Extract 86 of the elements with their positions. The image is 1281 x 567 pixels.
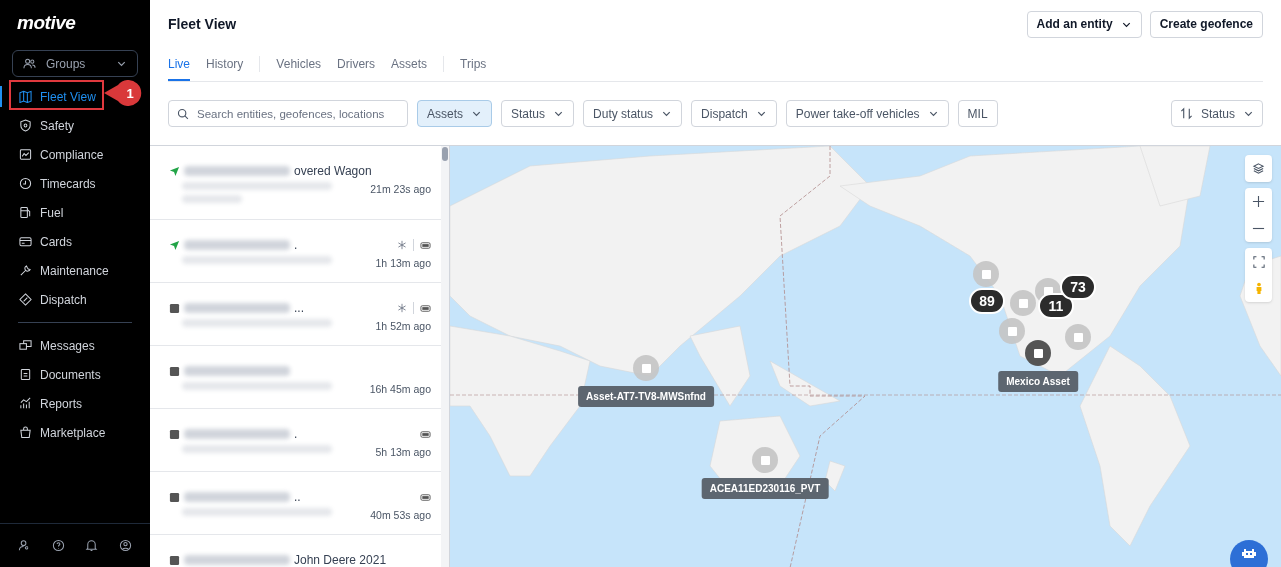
asset-marker[interactable] (973, 261, 999, 287)
filter-chip[interactable]: Power take-off vehicles (785, 100, 949, 127)
profile-icon[interactable] (118, 539, 132, 552)
robot-icon (1242, 547, 1256, 559)
entity-name: John Deere 2021 (294, 552, 387, 567)
stopped-square-icon (169, 491, 180, 503)
stopped-square-icon (169, 428, 180, 440)
sort-dropdown[interactable]: Status (1170, 100, 1263, 127)
nav-item[interactable]: Maintenance (0, 256, 150, 285)
last-seen-time: 5h 13m ago (375, 445, 431, 460)
navigation-arrow-icon (169, 239, 180, 251)
nav-item[interactable]: Reports (0, 389, 150, 418)
plus-icon (1252, 195, 1265, 208)
nav-item[interactable]: Fleet View 1 (0, 82, 150, 111)
nav-item[interactable]: Compliance (0, 140, 150, 169)
fuel-icon (19, 206, 32, 219)
clock-icon (19, 177, 32, 190)
stopped-square-icon (169, 365, 180, 377)
map-placeholder[interactable]: Asset-AT7-TV8-MWSnfnd ACEA11ED230116_PVT 89 11 73 Mexico Asset (450, 146, 1281, 567)
asset-label: ACEA11ED230116_PVT (701, 478, 829, 499)
messages-icon (19, 339, 32, 352)
search-icon (177, 108, 189, 120)
last-seen-time: 16h 45m ago (369, 382, 431, 397)
logo[interactable]: motive (0, 0, 150, 46)
stopped-square-icon (169, 302, 180, 314)
header-button[interactable]: Create geofence (1149, 10, 1263, 38)
reports-icon (19, 397, 32, 410)
tab[interactable]: Vehicles (276, 46, 322, 81)
entity-name: . (294, 426, 298, 443)
last-seen-time: 21m 23s ago (370, 182, 431, 197)
stopped-square-icon (169, 554, 180, 566)
last-seen-time: 1h 13m ago (375, 256, 431, 271)
cluster-count-badge[interactable]: 89 (969, 288, 1005, 314)
entity-name: overed Wagon (294, 163, 372, 180)
card-icon (19, 235, 32, 248)
filter-chip[interactable]: Duty status (583, 100, 683, 127)
sort-icon (1179, 107, 1193, 120)
asset-marker[interactable] (633, 355, 659, 381)
groups-dropdown[interactable]: Groups (12, 50, 138, 77)
header-button[interactable]: Add an entity (1026, 10, 1142, 38)
page-title: Fleet View (168, 14, 237, 34)
filter-chip[interactable]: MIL (957, 100, 998, 127)
nav-item[interactable]: Documents (0, 360, 150, 389)
last-seen-time: 40m 53s ago (370, 508, 431, 523)
entity-name: .. (294, 489, 301, 506)
step-callout: 1 (104, 80, 144, 106)
filter-chip[interactable]: Assets (417, 100, 492, 127)
last-seen-time: 1h 52m ago (375, 319, 431, 334)
dispatch-icon (19, 293, 32, 306)
navigation-arrow-icon (169, 165, 180, 177)
layers-icon (1252, 162, 1265, 175)
filter-chip[interactable]: Status (501, 100, 575, 127)
tab[interactable]: History (206, 46, 244, 81)
bag-icon (19, 426, 32, 439)
blurred-text (182, 195, 242, 203)
nav-item[interactable]: Fuel (0, 198, 150, 227)
nav-item[interactable]: Dispatch (0, 285, 150, 314)
shield-icon (19, 119, 32, 132)
help-icon[interactable] (51, 539, 65, 552)
scrollbar[interactable] (441, 146, 449, 567)
bell-icon[interactable] (85, 539, 99, 552)
tab[interactable]: Trips (460, 46, 487, 81)
asset-label: Mexico Asset (998, 371, 1078, 392)
search-field[interactable]: Search entities, geofences, locations (168, 100, 408, 127)
wrench-icon (19, 264, 32, 277)
nav-item[interactable]: Safety (0, 111, 150, 140)
asset-label: Asset-AT7-TV8-MWSnfnd (578, 386, 714, 407)
map-icon (19, 90, 32, 103)
nav-item[interactable]: Cards (0, 227, 150, 256)
asset-marker[interactable] (999, 318, 1025, 344)
tab[interactable]: Drivers (337, 46, 376, 81)
nav-item[interactable]: Messages (0, 331, 150, 360)
nav-item[interactable]: Timecards (0, 169, 150, 198)
fullscreen-icon (1252, 255, 1265, 268)
people-icon (23, 57, 36, 70)
document-icon (19, 368, 32, 381)
nav-item[interactable]: Marketplace (0, 418, 150, 447)
layers-button[interactable] (1245, 155, 1272, 182)
filter-chip[interactable]: Dispatch (691, 100, 777, 127)
tab[interactable]: Assets (391, 46, 428, 81)
tab[interactable]: Live (168, 46, 190, 81)
entity-name: ... (294, 300, 304, 317)
chat-button[interactable] (1230, 540, 1268, 567)
pegman-icon (1254, 281, 1263, 296)
entity-name: . (294, 237, 298, 254)
chart-icon (19, 148, 32, 161)
